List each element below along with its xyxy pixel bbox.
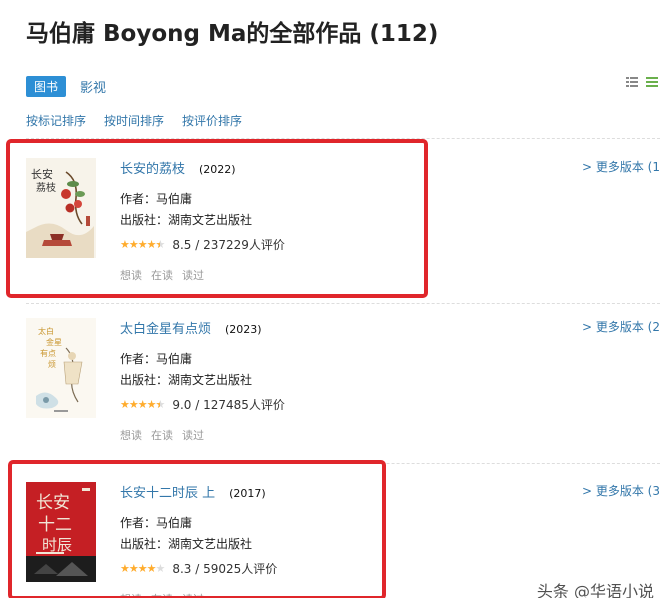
more-versions-link[interactable]: > 更多版本 (1: [582, 158, 660, 175]
page-title: 马伯庸 Boyong Ma的全部作品 (112): [26, 21, 439, 47]
want-read-button[interactable]: 想读: [120, 267, 142, 283]
svg-text:烦: 烦: [48, 360, 56, 369]
book-actions: 想读 在读 读过: [120, 591, 540, 598]
sort-by-mark[interactable]: 按标记排序: [26, 112, 86, 129]
want-read-button[interactable]: 想读: [120, 591, 142, 598]
rating-text: 8.5 / 237229人评价: [172, 238, 285, 252]
book-publisher: 出版社：湖南文艺出版社: [120, 373, 253, 387]
svg-text:长安: 长安: [36, 493, 70, 513]
book-publisher: 出版社：湖南文艺出版社: [120, 213, 253, 227]
view-toggle: [626, 76, 658, 88]
book-title[interactable]: 长安的荔枝: [120, 162, 185, 177]
book-title[interactable]: 长安十二时辰 上: [120, 486, 215, 501]
rating-stars: ★★★★★★: [120, 238, 165, 251]
book-year: (2022): [199, 163, 236, 176]
svg-text:时辰: 时辰: [42, 536, 72, 554]
read-button[interactable]: 读过: [182, 267, 204, 283]
book-actions: 想读 在读 读过: [120, 427, 540, 443]
book-cover[interactable]: 长安 荔枝: [26, 158, 96, 258]
reading-button[interactable]: 在读: [151, 427, 173, 443]
more-versions-link[interactable]: > 更多版本 (2: [582, 318, 660, 335]
svg-text:金星: 金星: [46, 337, 62, 347]
category-tabs: 图书 影视: [26, 76, 106, 97]
book-actions: 想读 在读 读过: [120, 267, 540, 283]
reading-button[interactable]: 在读: [151, 267, 173, 283]
want-read-button[interactable]: 想读: [120, 427, 142, 443]
book-info: 长安十二时辰 上 (2017) 作者：马伯庸 出版社：湖南文艺出版社 ★★★★★ …: [120, 482, 540, 598]
reading-button[interactable]: 在读: [151, 591, 173, 598]
divider: [26, 138, 660, 139]
book-publisher: 出版社：湖南文艺出版社: [120, 537, 253, 551]
svg-text:太白: 太白: [38, 326, 54, 336]
tab-film[interactable]: 影视: [80, 77, 106, 96]
list-view-icon[interactable]: [626, 76, 638, 88]
sort-options: 按标记排序 按时间排序 按评价排序: [26, 112, 242, 129]
svg-text:十二: 十二: [38, 515, 72, 535]
book-item: 长安 荔枝 长安的荔枝 (2022) 作者：马伯庸 出版社：湖南文艺出版社 ★★★…: [26, 158, 660, 282]
svg-text:荔枝: 荔枝: [36, 181, 56, 194]
rating-stars: ★★★★★: [120, 562, 165, 575]
book-info: 长安的荔枝 (2022) 作者：马伯庸 出版社：湖南文艺出版社 ★★★★★★ 8.…: [120, 158, 540, 283]
grid-view-icon[interactable]: [646, 76, 658, 88]
sort-by-time[interactable]: 按时间排序: [104, 112, 164, 129]
more-versions-link[interactable]: > 更多版本 (3: [582, 482, 660, 499]
book-author: 作者：马伯庸: [120, 516, 193, 530]
rating-text: 9.0 / 127485人评价: [172, 398, 285, 412]
book-cover[interactable]: 太白 金星 有点 烦: [26, 318, 96, 418]
rating-stars: ★★★★★★: [120, 398, 165, 411]
rating-text: 8.3 / 59025人评价: [172, 562, 278, 576]
sort-by-rating[interactable]: 按评价排序: [182, 112, 242, 129]
book-info: 太白金星有点烦(2023) 作者：马伯庸 出版社：湖南文艺出版社 ★★★★★★ …: [120, 318, 540, 443]
book-year: (2023): [225, 323, 262, 336]
read-button[interactable]: 读过: [182, 427, 204, 443]
book-title[interactable]: 太白金星有点烦: [120, 322, 211, 337]
book-author: 作者：马伯庸: [120, 192, 193, 206]
svg-text:有点: 有点: [40, 348, 56, 358]
svg-text:长安: 长安: [31, 167, 53, 181]
divider: [26, 463, 660, 464]
book-item: 太白 金星 有点 烦 太白金星有点烦 (2023) 作者：马伯庸 出版社：湖南文艺…: [26, 318, 660, 442]
watermark: 头条 @华语小说: [536, 582, 654, 598]
divider: [26, 303, 660, 304]
tab-books[interactable]: 图书: [26, 76, 67, 97]
book-author: 作者：马伯庸: [120, 352, 193, 366]
book-cover[interactable]: 长安 十二 时辰: [26, 482, 96, 582]
book-year: (2017): [229, 487, 266, 500]
read-button[interactable]: 读过: [182, 591, 204, 598]
